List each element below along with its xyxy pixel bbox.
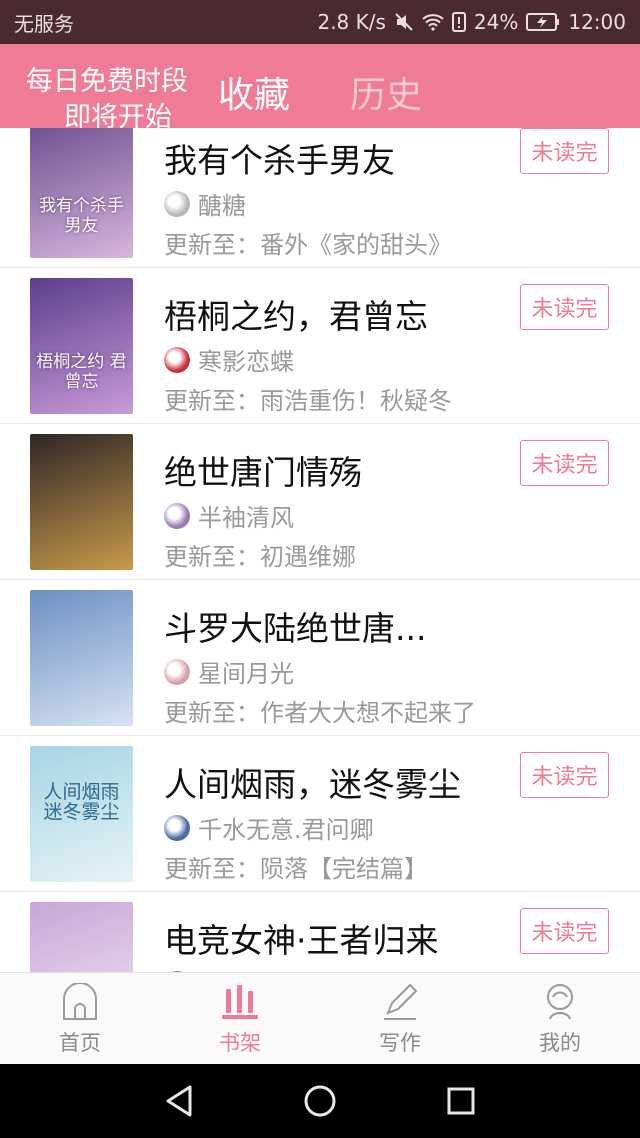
promo-line-2: 即将开始 [64, 102, 172, 128]
book-title[interactable]: 绝世唐门情殇 [164, 446, 362, 494]
book-cover[interactable]: 梧桐之约 君曾忘 [30, 278, 133, 414]
book-title[interactable]: 电竞女神·王者归来 [164, 914, 439, 962]
nav-profile[interactable]: 我的 [480, 973, 640, 1064]
status-indicators: 2.8 K/s 24% 12:00 [317, 10, 626, 34]
book-author: 醣糖 [164, 186, 246, 221]
profile-icon [540, 983, 580, 1021]
book-cover[interactable] [30, 902, 133, 972]
book-author: 半袖清风 [164, 498, 294, 533]
list-item[interactable]: 梧桐之约 君曾忘 梧桐之约，君曾忘 寒影恋蝶 更新至：雨浩重伤！秋疑冬 未读完 [0, 268, 640, 424]
latest-chapter: 更新至：雨浩重伤！秋疑冬 [164, 387, 452, 415]
author-name: 醣糖 [198, 192, 246, 220]
book-cover[interactable] [30, 434, 133, 570]
battery-percent: 24% [473, 10, 519, 34]
promo-line-1: 每日免费时段 [26, 66, 188, 97]
latest-chapter: 更新至：初遇维娜 [164, 543, 356, 571]
carrier-label: 无服务 [14, 11, 74, 36]
back-icon[interactable] [164, 1084, 194, 1118]
mute-icon [394, 12, 414, 32]
cover-title-art: 人间烟雨 迷冬雾尘 [43, 781, 120, 823]
author-avatar [164, 346, 190, 373]
author-name: 星间月光 [198, 660, 294, 688]
author-avatar [164, 658, 190, 685]
cover-title-art: 我有个杀手男友 [39, 196, 124, 236]
book-cover[interactable]: 人间烟雨 迷冬雾尘 [30, 746, 133, 882]
author-name: 千水无意.君问卿 [198, 816, 374, 844]
book-author: 千水无意.君问卿 [164, 810, 374, 845]
unread-badge: 未读完 [520, 128, 609, 174]
clock: 12:00 [568, 10, 626, 34]
list-item[interactable]: 斗罗大陆绝世唐... 星间月光 更新至：作者大大想不起来了 [0, 580, 640, 736]
latest-chapter: 更新至：陨落【完结篇】 [164, 855, 428, 883]
nav-bookshelf-label: 书架 [219, 1031, 261, 1055]
unread-badge: 未读完 [520, 284, 609, 330]
book-title[interactable]: 我有个杀手男友 [164, 134, 395, 182]
tab-favorites[interactable]: 收藏 [218, 66, 290, 118]
nav-bookshelf[interactable]: 书架 [160, 973, 320, 1064]
home-circle-icon[interactable] [303, 1084, 337, 1118]
list-item[interactable]: 我有个杀手男友 我有个杀手男友 醣糖 更新至：番外《家的甜头》 未读完 [0, 128, 640, 268]
cover-title-art: 梧桐之约 君曾忘 [36, 352, 127, 392]
author-name: 半袖清风 [198, 504, 294, 532]
battery-icon [526, 13, 560, 31]
book-cover[interactable]: 我有个杀手男友 [30, 128, 133, 258]
bookshelf-list[interactable]: 我有个杀手男友 我有个杀手男友 醣糖 更新至：番外《家的甜头》 未读完 梧桐之约… [0, 128, 640, 972]
header-bar: 每日免费时段 即将开始 收藏 历史 [0, 44, 640, 128]
book-author: 寒影恋蝶 [164, 342, 294, 377]
home-icon [60, 983, 100, 1021]
author-avatar [164, 190, 190, 217]
bookshelf-icon [220, 983, 260, 1021]
system-nav-bar [0, 1064, 640, 1138]
unread-badge: 未读完 [520, 908, 609, 954]
latest-chapter: 更新至：番外《家的甜头》 [164, 231, 452, 259]
latest-chapter: 更新至：作者大大想不起来了 [164, 699, 476, 727]
unread-badge: 未读完 [520, 440, 609, 486]
network-speed: 2.8 K/s [317, 10, 386, 34]
book-cover[interactable] [30, 590, 133, 726]
nav-write-label: 写作 [379, 1031, 421, 1055]
tab-history[interactable]: 历史 [350, 66, 422, 118]
wifi-icon [422, 13, 444, 31]
book-author: 星间月光 [164, 654, 294, 689]
status-bar: 无服务 2.8 K/s 24% 12:00 [0, 0, 640, 44]
nav-home[interactable]: 首页 [0, 973, 160, 1064]
author-avatar [164, 814, 190, 841]
list-item[interactable]: 电竞女神·王者归来 無寒 未读完 [0, 892, 640, 972]
nav-write[interactable]: 写作 [320, 973, 480, 1064]
unread-badge: 未读完 [520, 752, 609, 798]
author-name: 寒影恋蝶 [198, 348, 294, 376]
recents-icon[interactable] [446, 1086, 476, 1116]
list-item[interactable]: 绝世唐门情殇 半袖清风 更新至：初遇维娜 未读完 [0, 424, 640, 580]
nav-home-label: 首页 [59, 1031, 101, 1055]
free-period-banner[interactable]: 每日免费时段 即将开始 [26, 64, 188, 128]
author-avatar [164, 502, 190, 529]
nav-profile-label: 我的 [539, 1031, 581, 1055]
book-title[interactable]: 人间烟雨，迷冬雾尘 [164, 758, 461, 806]
bottom-nav: 首页 书架 写作 我的 [0, 972, 640, 1064]
pencil-icon [380, 983, 420, 1021]
book-title[interactable]: 斗罗大陆绝世唐... [164, 602, 426, 650]
sim-alert-icon [451, 12, 466, 32]
book-title[interactable]: 梧桐之约，君曾忘 [164, 290, 428, 338]
list-item[interactable]: 人间烟雨 迷冬雾尘 人间烟雨，迷冬雾尘 千水无意.君问卿 更新至：陨落【完结篇】… [0, 736, 640, 892]
